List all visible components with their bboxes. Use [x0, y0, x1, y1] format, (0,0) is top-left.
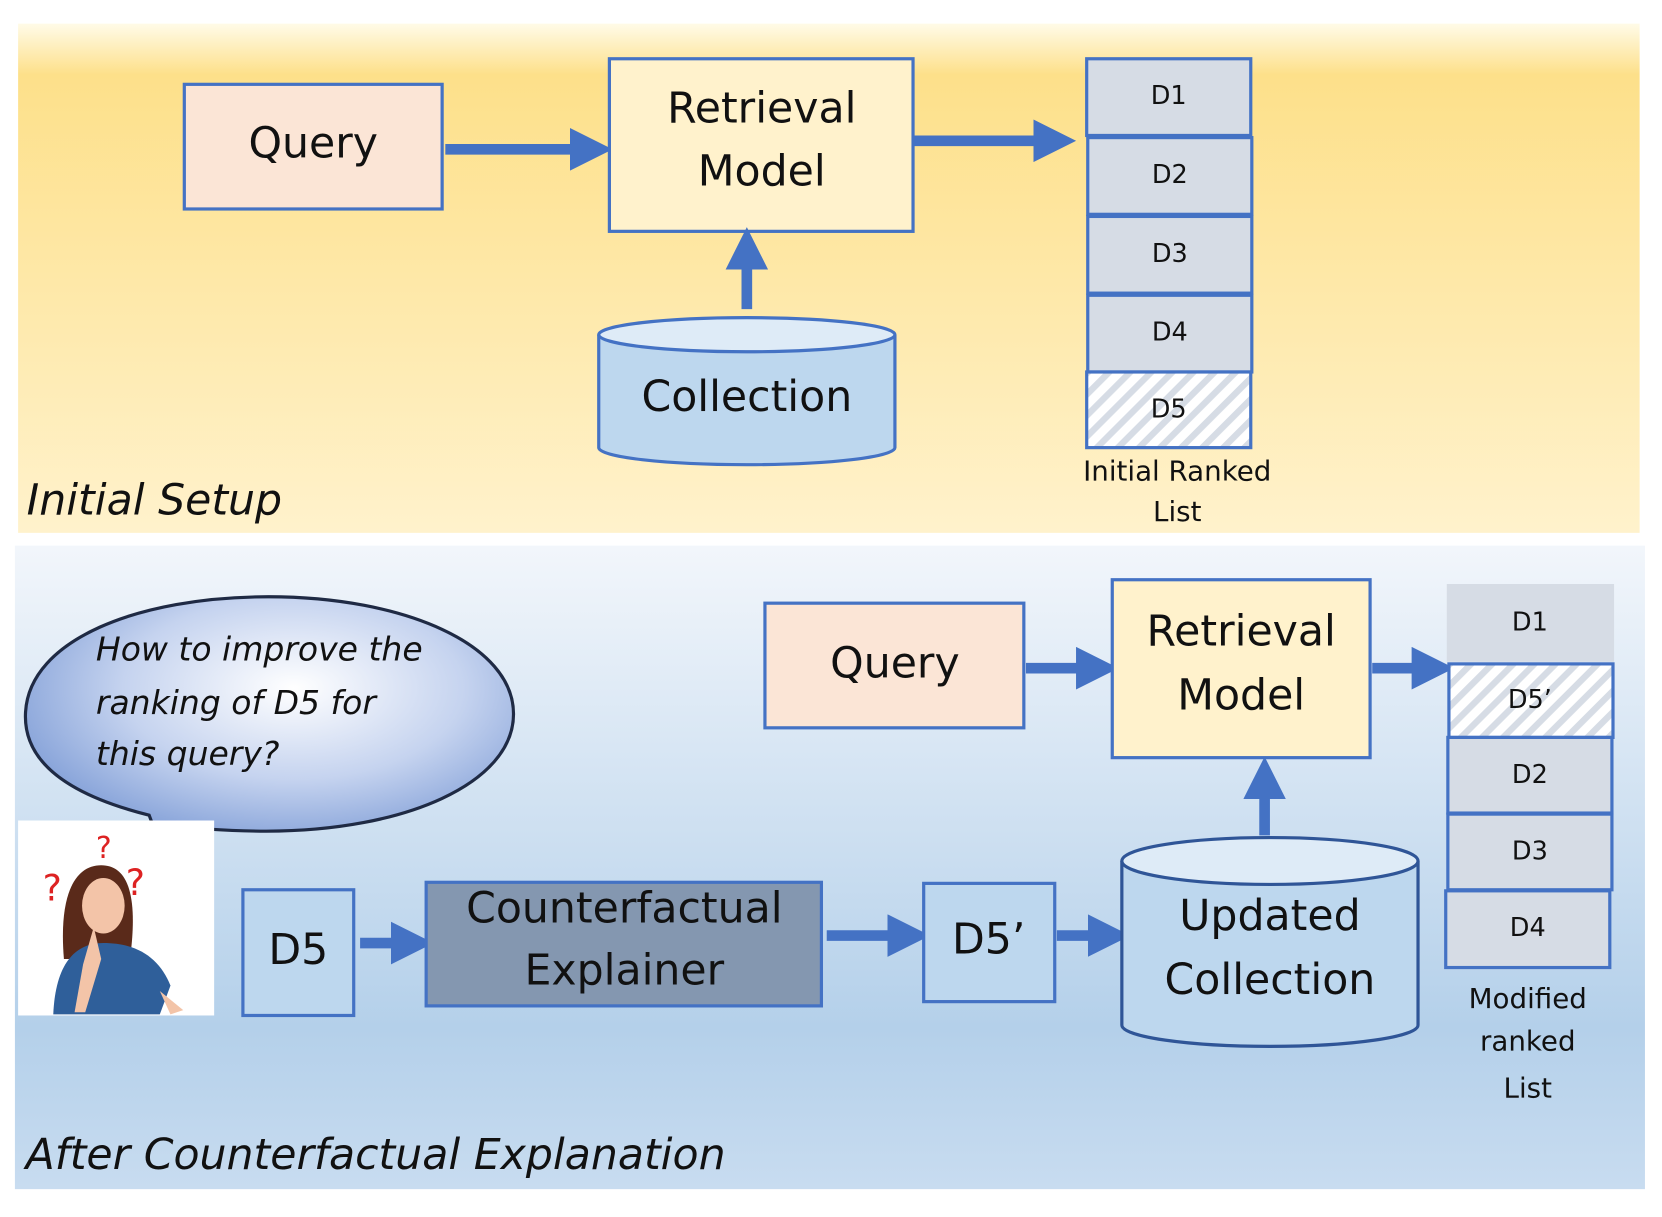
ranked-doc-d1: D1	[1446, 583, 1615, 662]
diagram: Query Retrieval Model Collection D1 D2 D…	[14, 23, 1645, 1190]
updated-collection-cylinder: Updated Collection	[1120, 835, 1420, 1048]
d5-box: D5	[241, 888, 356, 1018]
ranked-doc-d4: D4	[1444, 889, 1612, 970]
ranked-doc-d1: D1	[1085, 57, 1253, 138]
retrieval-model-box: Retrieval Model	[607, 57, 915, 233]
svg-text:D1: D1	[1151, 81, 1187, 111]
initial-setup-panel: Query Retrieval Model Collection D1 D2 D…	[18, 23, 1640, 533]
svg-text:D5’: D5’	[1508, 685, 1552, 715]
section-label: After Counterfactual Explanation	[23, 1130, 726, 1180]
ranked-doc-d2: D2	[1086, 136, 1254, 216]
svg-text:D4: D4	[1152, 318, 1188, 348]
svg-text:this query?: this query?	[96, 734, 280, 773]
retrieval-model-label: Model	[698, 146, 826, 196]
svg-text:Explainer: Explainer	[524, 945, 724, 995]
ranked-doc-d5-prime: D5’	[1447, 662, 1615, 740]
collection-label: Collection	[641, 372, 852, 422]
ranked-doc-d2: D2	[1446, 735, 1614, 815]
svg-text:Retrieval: Retrieval	[1146, 607, 1335, 657]
counterfactual-explainer-box: Counterfactual Explainer	[424, 880, 824, 1008]
list-caption: List	[1153, 495, 1202, 528]
ranked-doc-d3: D3	[1446, 812, 1614, 892]
list-caption: Modified	[1469, 982, 1587, 1015]
list-caption: ranked	[1480, 1025, 1576, 1058]
initial-ranked-list: D1 D2 D3 D4 D5 Initial Ranked List	[1083, 57, 1271, 528]
retrieval-model-label: Retrieval	[667, 83, 856, 133]
list-caption: Initial Ranked	[1083, 455, 1271, 488]
svg-text:Collection: Collection	[1165, 955, 1376, 1005]
svg-text:Model: Model	[1177, 670, 1305, 720]
svg-text:D5’: D5’	[952, 914, 1025, 964]
svg-text:ranking of D5 for: ranking of D5 for	[96, 683, 378, 722]
ranked-doc-d4: D4	[1086, 293, 1254, 374]
svg-text:D5: D5	[1151, 394, 1187, 424]
d5-prime-box: D5’	[922, 881, 1057, 1004]
svg-text:D4: D4	[1510, 913, 1546, 943]
svg-text:Updated: Updated	[1179, 891, 1360, 941]
collection-cylinder: Collection	[597, 316, 897, 467]
query-box: Query	[763, 601, 1026, 730]
svg-text:D2: D2	[1512, 760, 1548, 790]
ranked-doc-d5: D5	[1085, 370, 1253, 450]
ranked-doc-d3: D3	[1086, 214, 1254, 295]
list-caption: List	[1504, 1072, 1553, 1105]
retrieval-model-box: Retrieval Model	[1110, 578, 1372, 760]
after-explanation-panel: How to improve the ranking of D5 for thi…	[14, 545, 1645, 1190]
svg-text:D1: D1	[1512, 607, 1548, 637]
svg-text:D2: D2	[1152, 160, 1188, 190]
svg-text:D3: D3	[1512, 836, 1548, 866]
svg-text:D5: D5	[268, 925, 328, 975]
svg-text:Query: Query	[830, 639, 960, 689]
confused-person-illustration: ? ? ?	[18, 820, 215, 1016]
svg-text:How to improve the: How to improve the	[96, 630, 423, 669]
svg-text:Counterfactual: Counterfactual	[466, 884, 782, 934]
query-label: Query	[248, 119, 378, 169]
query-box: Query	[182, 82, 444, 211]
svg-text:?: ?	[96, 831, 112, 866]
svg-text:?: ?	[43, 866, 62, 909]
section-label: Initial Setup	[27, 476, 282, 526]
svg-text:D3: D3	[1152, 239, 1188, 269]
